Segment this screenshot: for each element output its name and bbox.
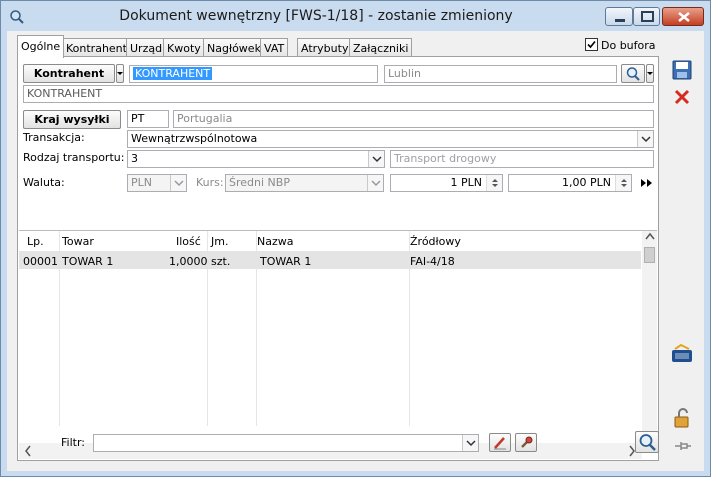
do-bufora-label: Do bufora <box>601 39 656 52</box>
cancel-button[interactable] <box>671 86 693 108</box>
chevron-down-icon[interactable] <box>462 435 478 451</box>
rate-to-field[interactable]: 1,00 PLN <box>508 174 632 192</box>
fast-forward-icon[interactable] <box>638 176 654 190</box>
tab-urzad[interactable]: Urząd <box>126 38 167 57</box>
rate-from-field[interactable]: 1 PLN <box>390 174 503 192</box>
wrench-icon <box>521 436 533 448</box>
kraj-name-field[interactable]: Portugalia <box>173 110 654 128</box>
do-bufora-checkbox[interactable]: Do bufora <box>585 38 656 52</box>
rodzaj-transportu-label: Rodzaj transportu: <box>23 151 125 164</box>
transakcja-label: Transakcja: <box>23 131 85 144</box>
floppy-disk-icon <box>672 60 692 80</box>
spin-icon[interactable] <box>486 175 502 191</box>
close-window-button[interactable] <box>662 7 704 26</box>
rate-to-value: 1,00 PLN <box>562 176 611 189</box>
search-icon <box>639 434 656 451</box>
tab-kontrahent[interactable]: Kontrahent <box>62 38 131 57</box>
maximize-button[interactable] <box>633 7 660 26</box>
items-grid: Lp. Towar Ilość Jm. Nazwa Źródłowy 00001… <box>19 230 657 459</box>
kontrahent-code-value: KONTRAHENT <box>133 67 213 80</box>
pencil-eraser-icon <box>494 437 506 450</box>
tab-panel-ogolne: Kontrahent KONTRAHENT Lublin KONTRAHENT … <box>17 56 659 461</box>
cell-towar: TOWAR 1 <box>62 255 114 268</box>
search-menu-button[interactable] <box>646 64 654 83</box>
scroll-thumb[interactable] <box>644 247 655 263</box>
tab-zalaczniki[interactable]: Załączniki <box>349 38 413 57</box>
kontrahent-name-field[interactable]: KONTRAHENT <box>23 85 654 103</box>
vat-button[interactable] <box>671 343 693 365</box>
save-button[interactable] <box>671 59 693 81</box>
column-header-towar[interactable]: Towar <box>62 235 94 248</box>
tab-atrybuty[interactable]: Atrybuty <box>297 38 353 57</box>
cell-nazwa: TOWAR 1 <box>260 255 312 268</box>
rodzaj-transportu-value: 3 <box>131 152 138 165</box>
scroll-up-icon[interactable] <box>645 230 655 247</box>
waluta-value: PLN <box>131 176 152 189</box>
document-window: Dokument wewnętrzny [FWS-1/18] - zostani… <box>0 0 711 477</box>
pin-icon <box>675 442 691 450</box>
column-header-zrodlowy[interactable]: Źródłowy <box>410 235 461 248</box>
transport-desc-field[interactable]: Transport drogowy <box>390 150 654 168</box>
kurs-label: Kurs: <box>196 176 224 189</box>
chevron-down-icon[interactable] <box>368 151 384 167</box>
filtr-select[interactable] <box>93 434 479 452</box>
kraj-wysylki-button[interactable]: Kraj wysyłki <box>23 110 121 129</box>
pin-button[interactable] <box>671 435 693 457</box>
column-header-nazwa[interactable]: Nazwa <box>257 235 293 248</box>
waluta-select[interactable]: PLN <box>127 174 187 192</box>
transakcja-select[interactable]: Wewnątrzwspólnotowa <box>127 130 654 148</box>
chevron-down-icon[interactable] <box>170 175 186 191</box>
minimize-button[interactable] <box>605 7 633 26</box>
cell-jm: szt. <box>211 255 231 268</box>
vertical-scrollbar[interactable] <box>642 231 657 445</box>
rate-from-value: 1 PLN <box>450 176 483 189</box>
column-header-jm[interactable]: Jm. <box>211 235 228 248</box>
kontrahent-button[interactable]: Kontrahent <box>23 64 115 83</box>
chevron-down-icon[interactable] <box>637 131 653 147</box>
search-button[interactable] <box>635 431 659 453</box>
tab-naglowek[interactable]: Nagłówek <box>203 38 265 57</box>
kraj-wysylki-label: Kraj wysyłki <box>34 113 110 126</box>
checkbox-box[interactable] <box>585 38 598 51</box>
padlock-open-icon <box>674 408 689 428</box>
kontrahent-menu-button[interactable] <box>116 64 124 83</box>
kontrahent-search-button[interactable] <box>621 64 645 83</box>
vat-icon <box>672 343 692 362</box>
chevron-down-icon[interactable] <box>367 175 383 191</box>
kontrahent-city-field[interactable]: Lublin <box>384 65 617 83</box>
scroll-left-icon[interactable] <box>23 444 33 461</box>
waluta-label: Waluta: <box>23 176 65 189</box>
clear-filter-button[interactable] <box>489 433 511 452</box>
kontrahent-code-field[interactable]: KONTRAHENT <box>129 65 378 83</box>
delete-x-icon <box>674 89 690 105</box>
column-header-lp[interactable]: Lp. <box>27 235 44 248</box>
kurs-value: Średni NBP <box>229 176 290 189</box>
unlock-button[interactable] <box>671 407 693 429</box>
window-title: Dokument wewnętrzny [FWS-1/18] - zostani… <box>119 8 513 24</box>
tab-kwoty[interactable]: Kwoty <box>163 38 205 57</box>
spin-icon[interactable] <box>615 175 631 191</box>
tab-vat[interactable]: VAT <box>260 38 289 57</box>
cell-ilosc: 1,0000 <box>169 255 208 268</box>
kraj-code-field[interactable]: PT <box>127 110 169 128</box>
tab-ogolne[interactable]: Ogólne <box>17 35 65 58</box>
rodzaj-transportu-select[interactable]: 3 <box>127 150 385 168</box>
window-client-area: Ogólne Kontrahent Urząd Kwoty Nagłówek V… <box>7 31 704 471</box>
cell-zrodlowy: FAI-4/18 <box>410 255 455 268</box>
filtr-label: Filtr: <box>61 436 85 449</box>
transakcja-value: Wewnątrzwspólnotowa <box>131 132 258 145</box>
search-icon <box>626 67 640 81</box>
column-header-ilosc[interactable]: Ilość <box>176 235 201 248</box>
kurs-select[interactable]: Średni NBP <box>225 174 384 192</box>
title-bar: Dokument wewnętrzny [FWS-1/18] - zostani… <box>1 1 710 31</box>
cell-lp: 00001 <box>23 255 58 268</box>
filter-builder-button[interactable] <box>515 433 537 452</box>
